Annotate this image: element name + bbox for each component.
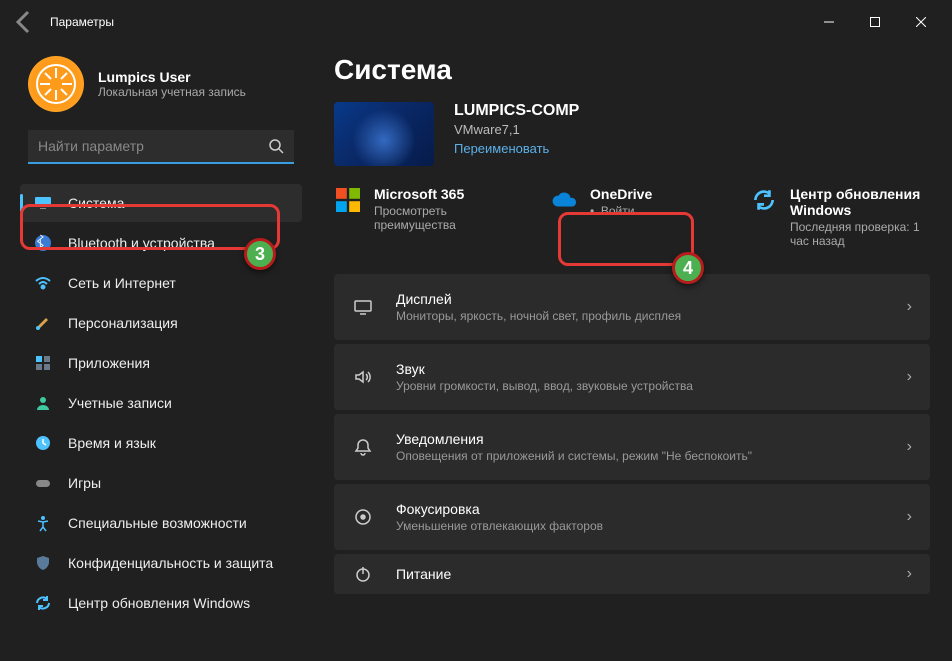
bell-icon [352,437,374,457]
user-sub: Локальная учетная запись [98,85,246,99]
close-button[interactable] [898,6,944,38]
sidebar-item-label: Конфиденциальность и защита [68,555,273,571]
settings-list: Дисплей Мониторы, яркость, ночной свет, … [334,274,930,594]
content: Lumpics User Локальная учетная запись Си… [0,44,952,661]
card-title: OneDrive [590,186,652,202]
gamepad-icon [34,474,52,492]
window-title: Параметры [50,15,114,29]
card-m365[interactable]: Microsoft 365 Просмотреть преимущества [334,186,520,248]
setting-title: Звук [396,361,693,377]
setting-notifications[interactable]: Уведомления Оповещения от приложений и с… [334,414,930,480]
card-onedrive[interactable]: OneDrive • Войти [550,186,720,248]
device-thumbnail [334,102,434,166]
update-icon [34,594,52,612]
update-icon [750,186,778,214]
m365-icon [334,186,362,214]
wifi-icon [34,274,52,292]
display-icon [352,297,374,317]
setting-title: Фокусировка [396,501,603,517]
card-title: Microsoft 365 [374,186,520,202]
card-sub: Последняя проверка: 1 час назад [790,220,930,248]
sidebar: Lumpics User Локальная учетная запись Си… [0,44,310,661]
system-icon [34,194,52,212]
setting-sub: Уменьшение отвлекающих факторов [396,519,603,533]
power-icon [352,564,374,584]
sidebar-item-personalization[interactable]: Персонализация [20,304,302,342]
window-controls [806,6,944,38]
sidebar-item-apps[interactable]: Приложения [20,344,302,382]
chevron-right-icon: › [907,368,912,386]
setting-focus[interactable]: Фокусировка Уменьшение отвлекающих факто… [334,484,930,550]
clock-icon [34,434,52,452]
person-icon [34,394,52,412]
card-sub: • Войти [590,204,652,218]
search-wrap [28,130,294,164]
cloud-icon [550,186,578,214]
setting-title: Питание [396,566,451,582]
sidebar-item-label: Игры [68,475,101,491]
main-panel: Система LUMPICS-COMP VMware7,1 Переимено… [310,44,952,661]
card-title: Центр обновления Windows [790,186,930,218]
card-sub: Просмотреть преимущества [374,204,520,232]
back-button[interactable] [8,6,40,38]
device-meta: VMware7,1 [454,122,579,137]
sidebar-item-label: Специальные возможности [68,515,247,531]
user-name: Lumpics User [98,69,246,85]
chevron-right-icon: › [907,508,912,526]
sidebar-item-label: Время и язык [68,435,156,451]
chevron-right-icon: › [907,565,912,583]
setting-power[interactable]: Питание › [334,554,930,594]
sidebar-item-gaming[interactable]: Игры [20,464,302,502]
avatar [28,56,84,112]
accessibility-icon [34,514,52,532]
setting-display[interactable]: Дисплей Мониторы, яркость, ночной свет, … [334,274,930,340]
badge-4: 4 [672,252,704,284]
sidebar-item-label: Персонализация [68,315,178,331]
sidebar-item-label: Приложения [68,355,150,371]
setting-sound[interactable]: Звук Уровни громкости, вывод, ввод, звук… [334,344,930,410]
card-update[interactable]: Центр обновления Windows Последняя прове… [750,186,930,248]
chevron-right-icon: › [907,438,912,456]
page-title: Система [334,54,930,86]
setting-sub: Оповещения от приложений и системы, режи… [396,449,752,463]
sidebar-item-label: Сеть и Интернет [68,275,176,291]
settings-window: Параметры Lumpics User Локальная учетная… [0,0,952,661]
apps-icon [34,354,52,372]
sidebar-item-label: Центр обновления Windows [68,595,250,611]
user-block[interactable]: Lumpics User Локальная учетная запись [28,56,302,112]
setting-sub: Уровни громкости, вывод, ввод, звуковые … [396,379,693,393]
device-name: LUMPICS-COMP [454,102,579,120]
sidebar-item-label: Bluetooth и устройства [68,235,215,251]
sidebar-item-accounts[interactable]: Учетные записи [20,384,302,422]
bluetooth-icon [34,234,52,252]
sidebar-item-privacy[interactable]: Конфиденциальность и защита [20,544,302,582]
badge-3: 3 [244,238,276,270]
device-block: LUMPICS-COMP VMware7,1 Переименовать [334,102,930,166]
brush-icon [34,314,52,332]
chevron-right-icon: › [907,298,912,316]
info-cards: Microsoft 365 Просмотреть преимущества O… [334,186,930,248]
sound-icon [352,367,374,387]
setting-title: Дисплей [396,291,681,307]
shield-icon [34,554,52,572]
sidebar-item-accessibility[interactable]: Специальные возможности [20,504,302,542]
minimize-button[interactable] [806,6,852,38]
search-icon [268,138,284,159]
sidebar-item-system[interactable]: Система [20,184,302,222]
maximize-button[interactable] [852,6,898,38]
rename-link[interactable]: Переименовать [454,141,579,156]
sidebar-item-time[interactable]: Время и язык [20,424,302,462]
focus-icon [352,507,374,527]
titlebar: Параметры [0,0,952,44]
setting-title: Уведомления [396,431,752,447]
search-input[interactable] [28,130,294,164]
setting-sub: Мониторы, яркость, ночной свет, профиль … [396,309,681,323]
sidebar-item-label: Система [68,195,124,211]
sidebar-item-label: Учетные записи [68,395,172,411]
sidebar-item-update[interactable]: Центр обновления Windows [20,584,302,622]
